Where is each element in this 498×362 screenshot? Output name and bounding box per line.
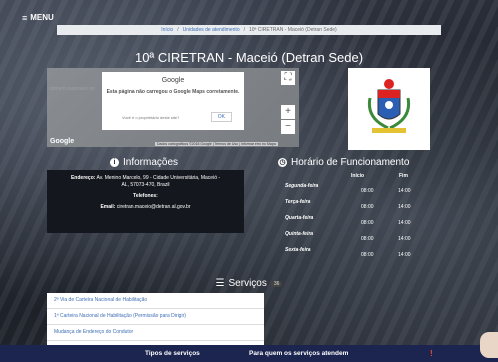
alert-icon: ! xyxy=(430,349,433,358)
address-row: Endereço: Av. Menino Marcelo, 99 - Cidad… xyxy=(47,175,244,189)
dialog-brand: Google xyxy=(161,77,185,84)
dialog-owner-link[interactable]: Você é o proprietário deste site? xyxy=(122,115,179,120)
zoom-in-button[interactable]: + xyxy=(281,105,295,119)
hours-end: 14:00 xyxy=(398,252,411,258)
hours-start: 08:00 xyxy=(361,220,374,226)
bottom-tab-bar: Tipos de serviços Para quem os serviços … xyxy=(0,345,498,362)
info-heading-label: Informações xyxy=(123,157,179,168)
map-error-dialog: Google Esta página não carregou o Google… xyxy=(102,72,244,130)
hours-day: Quarta-feira xyxy=(285,215,314,221)
breadcrumb: Início / Unidades de atendimento / 10ª C… xyxy=(57,25,441,35)
phones-label: Telefones: xyxy=(133,193,158,199)
breadcrumb-units[interactable]: Unidades de atendimento xyxy=(183,27,240,33)
menu-label: MENU xyxy=(30,13,54,22)
breadcrumb-separator: / xyxy=(243,27,245,33)
email-row: Email: ciretran.maceio@detran.al.gov.br xyxy=(47,204,244,211)
email-value[interactable]: ciretran.maceio@detran.al.gov.br xyxy=(117,204,191,210)
phones-row: Telefones: xyxy=(47,193,244,200)
hours-start: 08:00 xyxy=(361,204,374,210)
list-icon: ☰ xyxy=(215,278,225,289)
tab-service-audience[interactable]: Para quem os serviços atendem xyxy=(249,350,348,357)
hours-col-start: Início xyxy=(351,173,365,179)
info-heading: i Informações xyxy=(110,157,178,168)
hours-end: 14:00 xyxy=(398,204,411,210)
page-title: 10ª CIRETRAN - Maceió (Detran Sede) xyxy=(134,50,364,65)
hours-col-end: Fim xyxy=(399,173,408,179)
list-item[interactable]: 2ª Via de Carteira Nacional de Habilitaç… xyxy=(47,293,264,309)
state-coat-of-arms xyxy=(348,68,430,150)
tab-service-types[interactable]: Tipos de serviços xyxy=(145,350,200,357)
hours-heading: ◷ Horário de Funcionamento xyxy=(278,157,409,168)
hours-day: Segunda-feira xyxy=(285,183,319,189)
hours-end: 14:00 xyxy=(398,220,411,226)
services-heading-label: Serviços xyxy=(228,278,267,289)
address-label: Endereço: xyxy=(70,175,96,181)
hours-day: Sexta-feira xyxy=(285,247,311,253)
hours-day: Terça-feira xyxy=(285,199,311,205)
list-item[interactable]: Mudança de Endereço do Condutor xyxy=(47,325,264,341)
hamburger-icon: ≡ xyxy=(22,12,28,23)
address-value: Av. Menino Marcelo, 99 - Cidade Universi… xyxy=(96,175,221,188)
map-embed[interactable]: opment purposes on opment purposes on Go… xyxy=(47,68,299,147)
hours-start: 08:00 xyxy=(361,236,374,242)
clock-icon: ◷ xyxy=(278,158,287,167)
hours-start: 08:00 xyxy=(361,252,374,258)
google-logo: Google xyxy=(50,138,75,145)
services-count-badge: 36 xyxy=(270,280,283,287)
email-label: Email: xyxy=(100,204,116,210)
dialog-message: Esta página não carregou o Google Maps c… xyxy=(106,89,240,95)
hours-day: Quinta-feira xyxy=(285,231,314,237)
info-panel: Endereço: Av. Menino Marcelo, 99 - Cidad… xyxy=(47,170,244,233)
breadcrumb-separator: / xyxy=(177,27,179,33)
hours-end: 14:00 xyxy=(398,188,411,194)
map-attribution[interactable]: Dados cartográficos ©2018 Google | Termo… xyxy=(155,142,278,146)
hours-heading-label: Horário de Funcionamento xyxy=(291,157,410,168)
menu-button[interactable]: ≡ MENU xyxy=(22,13,54,22)
hours-start: 08:00 xyxy=(361,188,374,194)
zoom-out-button[interactable]: − xyxy=(281,120,295,134)
hours-end: 14:00 xyxy=(398,236,411,242)
info-icon: i xyxy=(110,158,119,167)
list-item[interactable]: 1ª Carteira Nacional de Habilitação (Per… xyxy=(47,309,264,325)
chat-assistant-avatar[interactable] xyxy=(480,332,498,358)
services-heading: ☰ Serviços 36 xyxy=(0,278,498,289)
dialog-ok-button[interactable]: OK xyxy=(210,112,232,122)
breadcrumb-current: 10ª CIRETRAN - Maceió (Detran Sede) xyxy=(249,27,337,33)
fullscreen-icon[interactable]: ⛶ xyxy=(281,71,295,85)
breadcrumb-home[interactable]: Início xyxy=(161,27,173,33)
